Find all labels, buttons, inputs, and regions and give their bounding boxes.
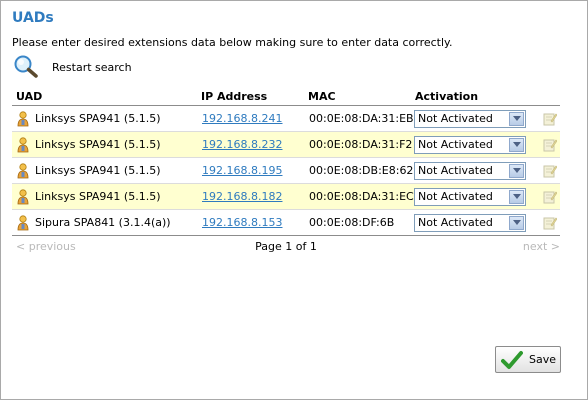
phone-user-icon [17,110,29,126]
activation-select[interactable]: Not Activated [414,213,526,232]
pager: < previous Page 1 of 1 next > [12,238,560,254]
activation-select[interactable]: Not Activated [414,135,526,154]
uad-cell: Linksys SPA941 (5.1.5) [12,157,197,184]
mac-address: 00:0E:08:DF:6B [309,216,395,229]
ip-cell: 192.168.8.241 [197,105,304,132]
mac-cell: 00:0E:08:DB:E8:62 [304,157,414,184]
activation-value: Not Activated [418,190,493,203]
activation-value: Not Activated [418,138,493,151]
edit-cell [533,183,560,210]
column-header-activation: Activation [411,87,533,106]
chevron-down-icon[interactable] [509,111,524,126]
table-row: Linksys SPA941 (5.1.5) 192.168.8.182 00:… [12,183,560,210]
chevron-down-icon[interactable] [509,215,524,230]
uad-name: Linksys SPA941 (5.1.5) [35,112,161,125]
save-label: Save [529,353,557,366]
save-button[interactable]: Save [495,346,561,373]
column-header-mac: MAC [304,87,411,106]
mac-cell: 00:0E:08:DA:31:F2 [304,131,413,158]
uad-cell: Linksys SPA941 (5.1.5) [12,183,197,210]
edit-cell [533,105,560,132]
uads-panel: UADs Please enter desired extensions dat… [0,0,588,400]
ip-address-link[interactable]: 192.168.8.232 [197,138,282,151]
uad-name: Sipura SPA841 (3.1.4(a)) [35,216,171,229]
activation-value: Not Activated [418,164,493,177]
activation-cell: Not Activated [411,209,533,236]
mac-address: 00:0E:08:DA:31:EC [309,190,414,203]
activation-value: Not Activated [418,216,493,229]
table-row: Linksys SPA941 (5.1.5) 192.168.8.232 00:… [12,131,560,158]
table-row: Sipura SPA841 (3.1.4(a)) 192.168.8.153 0… [12,209,560,236]
activation-select[interactable]: Not Activated [414,161,526,180]
activation-select[interactable]: Not Activated [414,109,526,128]
uad-name: Linksys SPA941 (5.1.5) [35,138,161,151]
ip-cell: 192.168.8.195 [197,157,304,184]
uad-name: Linksys SPA941 (5.1.5) [35,164,161,177]
mac-address: 00:0E:08:DB:E8:62 [309,164,414,177]
next-link[interactable]: next > [523,240,560,253]
uad-cell: Sipura SPA841 (3.1.4(a)) [12,209,197,236]
activation-cell: Not Activated [411,105,533,132]
activation-cell: Not Activated [411,183,533,210]
uad-cell: Linksys SPA941 (5.1.5) [12,131,197,158]
chevron-down-icon[interactable] [509,137,524,152]
column-header-ip: IP Address [197,87,304,106]
column-header-edit [533,87,560,106]
ip-address-link[interactable]: 192.168.8.241 [197,112,282,125]
activation-value: Not Activated [418,112,493,125]
edit-cell [533,131,560,158]
magnifier-icon [14,55,38,78]
edit-cell [533,157,560,184]
restart-search-label: Restart search [52,60,132,74]
phone-user-icon [17,188,29,204]
mac-cell: 00:0E:08:DA:31:EC [304,183,414,210]
table-row: Linksys SPA941 (5.1.5) 192.168.8.241 00:… [12,105,560,132]
phone-user-icon [17,136,29,152]
activation-select[interactable]: Not Activated [414,187,526,206]
ip-address-link[interactable]: 192.168.8.153 [197,216,282,229]
page-title: UADs [12,10,54,26]
phone-user-icon [17,214,29,230]
checkmark-icon [501,350,523,369]
ip-cell: 192.168.8.182 [197,183,304,210]
mac-address: 00:0E:08:DA:31:F2 [309,138,413,151]
ip-address-link[interactable]: 192.168.8.182 [197,190,282,203]
ip-address-link[interactable]: 192.168.8.195 [197,164,282,177]
activation-cell: Not Activated [411,131,533,158]
chevron-down-icon[interactable] [509,189,524,204]
table-row: Linksys SPA941 (5.1.5) 192.168.8.195 00:… [12,157,560,184]
chevron-down-icon[interactable] [509,163,524,178]
ip-cell: 192.168.8.232 [197,131,304,158]
edit-note-icon[interactable] [543,138,557,152]
intro-text: Please enter desired extensions data bel… [12,36,453,49]
mac-cell: 00:0E:08:DA:31:EB [304,105,414,132]
page-info: Page 1 of 1 [255,240,317,253]
uad-cell: Linksys SPA941 (5.1.5) [12,105,197,132]
edit-note-icon[interactable] [543,190,557,204]
edit-note-icon[interactable] [543,216,557,230]
edit-note-icon[interactable] [543,164,557,178]
uad-table: UAD IP Address MAC Activation Linksys SP… [12,87,560,236]
ip-cell: 192.168.8.153 [197,209,304,236]
mac-cell: 00:0E:08:DF:6B [304,209,411,236]
uad-name: Linksys SPA941 (5.1.5) [35,190,161,203]
table-header-row: UAD IP Address MAC Activation [12,87,560,106]
edit-note-icon[interactable] [543,112,557,126]
activation-cell: Not Activated [411,157,533,184]
column-header-uad: UAD [12,87,197,106]
phone-user-icon [17,162,29,178]
restart-search-button[interactable]: Restart search [13,54,132,78]
edit-cell [533,209,560,236]
mac-address: 00:0E:08:DA:31:EB [309,112,414,125]
